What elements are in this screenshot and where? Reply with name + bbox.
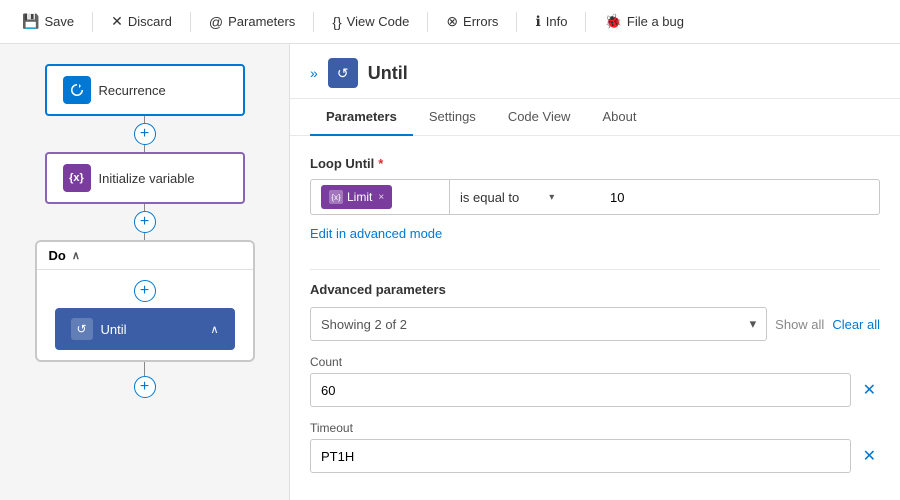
showing-dropdown[interactable]: Showing 2 of 2 ▾ (310, 307, 767, 341)
tabs-bar: Parameters Settings Code View About (290, 99, 900, 136)
timeout-input[interactable] (310, 439, 851, 473)
discard-button[interactable]: ✕ Discard (101, 9, 182, 34)
connector-line-2 (144, 204, 145, 211)
do-header[interactable]: Do ∧ (37, 242, 253, 270)
connector-3: + (134, 362, 156, 398)
flow-canvas: Recurrence + {x} Initialize variable + D… (0, 44, 290, 500)
timeout-label: Timeout (310, 421, 880, 435)
show-all-button[interactable]: Show all (775, 317, 824, 332)
edit-advanced-button[interactable]: Edit in advanced mode (310, 226, 442, 241)
file-bug-button[interactable]: 🐞 File a bug (594, 9, 694, 34)
count-input-row: ✕ (310, 373, 880, 407)
count-param-row: Count ✕ (310, 355, 880, 407)
chip-var-icon: {x} (329, 190, 343, 204)
required-indicator: * (378, 156, 383, 171)
connector-line-3 (144, 362, 145, 376)
tab-settings[interactable]: Settings (413, 99, 492, 136)
showing-label: Showing 2 of 2 (321, 317, 407, 332)
panel-node-icon: ↺ (328, 58, 358, 88)
advanced-params-row: Showing 2 of 2 ▾ Show all Clear all (310, 307, 880, 341)
info-icon: ℹ (535, 13, 540, 30)
connector-2: + (134, 204, 156, 240)
parameters-button[interactable]: @ Parameters (199, 10, 305, 34)
recurrence-icon (63, 76, 91, 104)
timeout-input-row: ✕ (310, 439, 880, 473)
do-header-left: Do ∧ (49, 248, 80, 263)
toolbar-divider-4 (427, 12, 428, 32)
add-step-button-2[interactable]: + (134, 211, 156, 233)
condition-dropdown-arrow-icon: ▾ (549, 192, 554, 203)
tab-code-view[interactable]: Code View (492, 99, 587, 136)
count-label: Count (310, 355, 880, 369)
panel-expand-button[interactable]: » (310, 65, 318, 81)
toolbar-divider-5 (516, 12, 517, 32)
do-container: Do ∧ + ↺ Until ∧ (35, 240, 255, 362)
toolbar-divider-2 (190, 12, 191, 32)
tab-about[interactable]: About (586, 99, 652, 136)
save-icon: 💾 (22, 13, 39, 30)
loop-until-label: Loop Until * (310, 156, 880, 171)
view-code-button[interactable]: {} View Code (322, 10, 419, 34)
until-node[interactable]: ↺ Until ∧ (55, 308, 235, 350)
parameters-icon: @ (209, 14, 223, 30)
add-step-button-3[interactable]: + (134, 280, 156, 302)
tab-parameters[interactable]: Parameters (310, 99, 413, 136)
count-input[interactable] (310, 373, 851, 407)
until-icon: ↺ (71, 318, 93, 340)
save-button[interactable]: 💾 Save (12, 9, 84, 34)
bug-icon: 🐞 (604, 13, 621, 30)
advanced-params-header: Advanced parameters (310, 282, 880, 297)
toolbar-divider-6 (585, 12, 586, 32)
toolbar-divider-1 (92, 12, 93, 32)
main-layout: Recurrence + {x} Initialize variable + D… (0, 44, 900, 500)
showing-dropdown-arrow-icon: ▾ (750, 316, 757, 332)
right-panel: » ↺ Until Parameters Settings Code View … (290, 44, 900, 500)
count-clear-button[interactable]: ✕ (859, 376, 880, 404)
add-step-button-4[interactable]: + (134, 376, 156, 398)
add-step-button-1[interactable]: + (134, 123, 156, 145)
limit-chip: {x} Limit × (321, 185, 392, 209)
loop-until-row: {x} Limit × is equal to ▾ (310, 179, 880, 215)
panel-title: Until (368, 63, 408, 84)
timeout-param-row: Timeout ✕ (310, 421, 880, 473)
timeout-clear-button[interactable]: ✕ (859, 442, 880, 470)
chip-container[interactable]: {x} Limit × (310, 179, 450, 215)
chip-label: Limit (347, 190, 372, 204)
toolbar-divider-3 (313, 12, 314, 32)
view-code-icon: {} (332, 14, 341, 30)
do-label: Do (49, 248, 66, 263)
init-var-icon: {x} (63, 164, 91, 192)
panel-header: » ↺ Until (290, 44, 900, 99)
connector-line-1 (144, 116, 145, 123)
info-button[interactable]: ℹ Info (525, 9, 577, 34)
chip-close-button[interactable]: × (378, 192, 384, 203)
value-input[interactable] (600, 179, 880, 215)
until-label: Until (101, 322, 127, 337)
do-body: + ↺ Until ∧ (37, 270, 253, 360)
errors-button[interactable]: ⊗ Errors (436, 9, 508, 34)
recurrence-node[interactable]: Recurrence (45, 64, 245, 116)
until-node-left: ↺ Until (71, 318, 127, 340)
panel-content: Loop Until * {x} Limit × is equal to ▾ (290, 136, 900, 500)
errors-icon: ⊗ (446, 13, 458, 30)
clear-all-button[interactable]: Clear all (832, 317, 880, 332)
init-variable-node[interactable]: {x} Initialize variable (45, 152, 245, 204)
connector-1: + (134, 116, 156, 152)
until-chevron-icon: ∧ (210, 323, 218, 336)
toolbar: 💾 Save ✕ Discard @ Parameters {} View Co… (0, 0, 900, 44)
separator (310, 269, 880, 270)
connector-line-2b (144, 233, 145, 240)
condition-dropdown[interactable]: is equal to ▾ (450, 179, 600, 215)
do-chevron-icon: ∧ (72, 249, 80, 262)
discard-icon: ✕ (111, 13, 123, 30)
connector-line-1b (144, 145, 145, 152)
